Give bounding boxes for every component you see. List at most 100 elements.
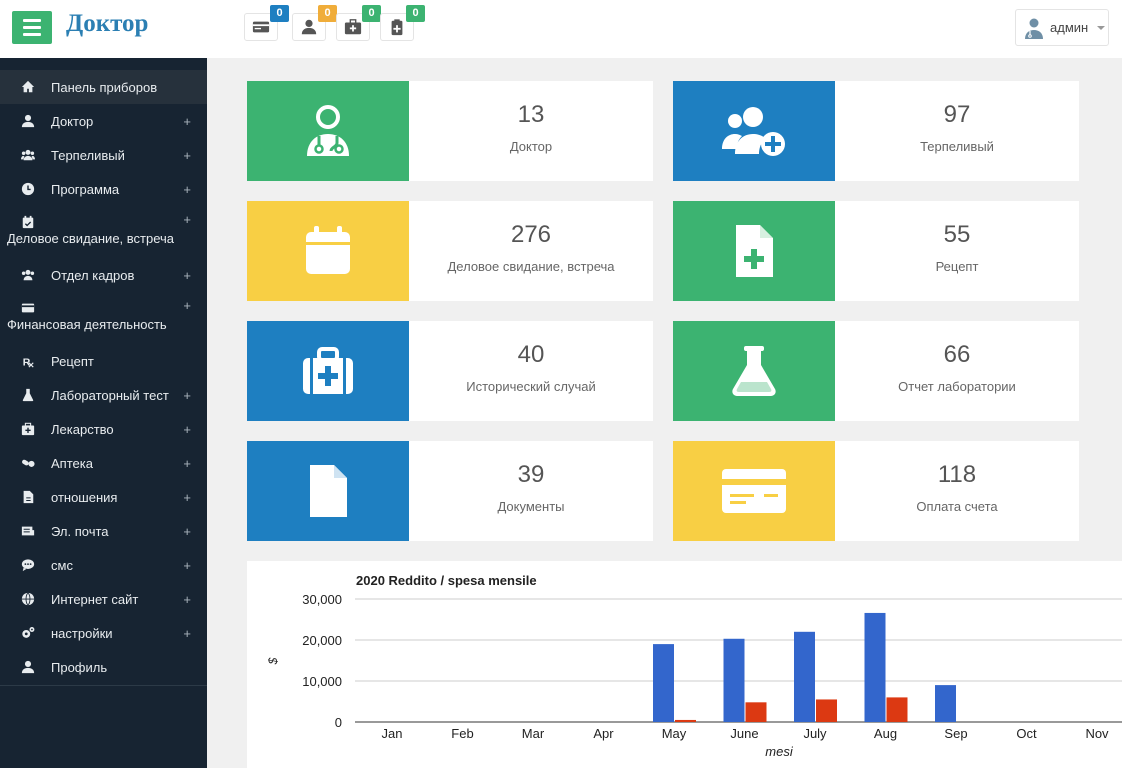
sidebar-item-reports[interactable]: отношения + [0,480,207,514]
y-tick-label: 20,000 [302,633,342,648]
notification-clipboard-button[interactable]: 0 [380,5,425,41]
notification-medkit-button[interactable]: 0 [336,5,381,41]
chat-icon [20,557,36,573]
sidebar-item-website[interactable]: Интернет сайт + [0,582,207,616]
sidebar-item-label: Отдел кадров [51,267,135,283]
notification-badge: 0 [406,5,425,22]
globe-icon [20,591,36,607]
brand-logo[interactable]: Доктор [66,10,148,38]
sidebar-item-patient[interactable]: Терпеливый + [0,138,207,172]
stat-card-lab-report[interactable]: 66 Отчет лаборатории [673,321,1079,421]
sidebar-item-sms[interactable]: смс + [0,548,207,582]
sidebar-item-label: Эл. почта [51,523,109,539]
stat-card-doctor[interactable]: 13 Доктор [247,81,653,181]
stat-card-appointment[interactable]: 276 Деловое свидание, встреча [247,201,653,301]
sidebar-item-lab-test[interactable]: Лабораторный тест + [0,378,207,412]
card-icon-box [247,441,409,541]
bar [864,612,886,722]
expand-plus-icon[interactable]: + [183,626,191,641]
stat-value: 13 [517,101,545,128]
expand-plus-icon[interactable]: + [183,592,191,607]
sidebar-item-doctor[interactable]: Доктор + [0,104,207,138]
expand-plus-icon[interactable]: + [183,182,191,197]
stat-card-prescription[interactable]: 55 Рецепт [673,201,1079,301]
expand-plus-icon[interactable]: + [183,524,191,539]
sidebar-item-dashboard[interactable]: Панель приборов [0,70,207,104]
sidebar-item-profile[interactable]: Профиль [0,650,207,684]
stat-value: 40 [517,341,545,368]
mail-icon [20,523,36,539]
expand-plus-icon[interactable]: + [183,456,191,471]
users-icon [20,267,36,283]
y-tick-label: 0 [335,715,342,730]
x-tick-label: June [730,726,758,741]
money-icon [20,300,36,316]
card-icon-box [247,321,409,421]
sidebar-item-label: Программа [51,181,120,197]
expand-plus-icon[interactable]: + [183,490,191,505]
user-menu-dropdown[interactable]: админ [1015,9,1109,46]
sidebar-item-label: Деловое свидание, встреча [7,231,175,246]
income-expense-chart-panel: 2020 Reddito / spesa mensile 0 10,000 20,00… [247,561,1122,768]
sidebar-item-email[interactable]: Эл. почта + [0,514,207,548]
notification-users-button[interactable]: 0 [292,5,337,41]
users-icon [20,147,36,163]
x-tick-label: Feb [451,726,473,741]
clock-icon [20,181,36,197]
sidebar-item-settings[interactable]: настройки + [0,616,207,650]
notification-badge: 0 [318,5,337,22]
x-tick-label: Sep [944,726,967,741]
sidebar-item-medicine[interactable]: Лекарство + [0,412,207,446]
x-tick-label: Nov [1085,726,1109,741]
y-tick-label: 30,000 [302,592,342,607]
menu-icon [23,19,41,22]
bar [816,699,837,722]
expand-plus-icon[interactable]: + [183,558,191,573]
sidebar: Панель приборов Доктор + Терпеливый + Пр… [0,58,207,768]
chevron-down-icon [1097,25,1106,30]
stat-card-payment[interactable]: 118 Оплата счета [673,441,1079,541]
y-axis-label: $ [266,657,280,665]
top-header: Доктор 0 0 0 0 админ [0,0,1122,58]
bar [675,719,696,722]
user-icon [301,19,317,35]
hamburger-menu-button[interactable] [12,11,52,44]
stat-label: Доктор [509,139,553,154]
file-medical-icon [736,225,773,277]
file-icon [310,465,347,517]
stat-label: Исторический случай [466,379,596,394]
expand-plus-icon[interactable]: + [183,268,191,283]
expand-plus-icon[interactable]: + [183,388,191,403]
expand-plus-icon[interactable]: + [183,298,191,313]
medkit-icon [20,421,36,437]
expand-plus-icon[interactable]: + [183,212,191,227]
notification-payments-button[interactable]: 0 [244,5,289,41]
x-tick-label: Aug [874,726,897,741]
add-users-icon [722,107,785,156]
doctor-icon [307,105,349,156]
user-md-icon [20,113,36,129]
expand-plus-icon[interactable]: + [183,148,191,163]
sidebar-item-finance[interactable]: Финансовая деятельность + [0,292,207,344]
sidebar-item-appointment[interactable]: Деловое свидание, встреча + [0,206,207,258]
sidebar-item-pharmacy[interactable]: Аптека + [0,446,207,480]
sidebar-item-label: Терпеливый [51,147,125,163]
sidebar-item-label: Профиль [51,659,108,675]
card-icon-box [247,81,409,181]
sidebar-item-prescription[interactable]: R Рецепт [0,344,207,378]
bar-chart: 2020 Reddito / spesa mensile 0 10,000 20,00… [266,573,1122,759]
expand-plus-icon[interactable]: + [183,114,191,129]
stat-card-history[interactable]: 40 Исторический случай [247,321,653,421]
expand-plus-icon[interactable]: + [183,422,191,437]
stat-value: 118 [937,461,977,488]
stat-card-patient[interactable]: 97 Терпеливый [673,81,1079,181]
stat-label: Деловое свидание, встреча [447,259,615,274]
sidebar-item-hr[interactable]: Отдел кадров + [0,258,207,292]
prescription-icon: R [20,353,36,369]
sidebar-item-label: Финансовая деятельность [7,317,167,332]
stat-value: 66 [943,341,971,368]
pills-icon [20,455,36,471]
card-icon-box [673,321,835,421]
sidebar-item-schedule[interactable]: Программа + [0,172,207,206]
stat-card-documents[interactable]: 39 Документы [247,441,653,541]
